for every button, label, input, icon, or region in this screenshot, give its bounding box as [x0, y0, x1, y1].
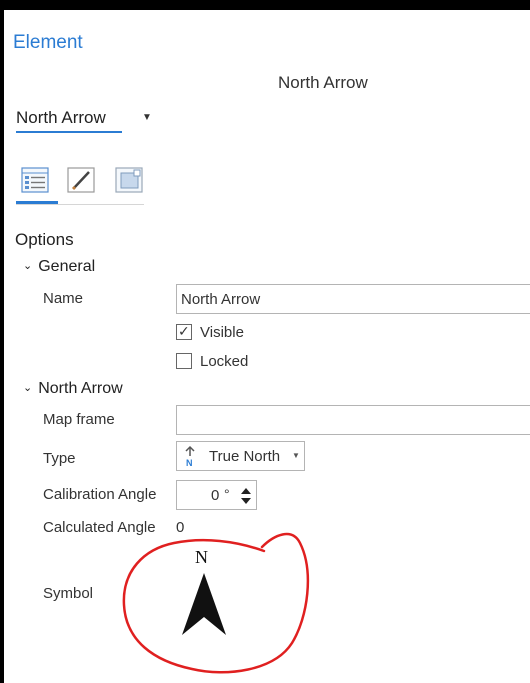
type-value: True North [209, 448, 281, 465]
calibration-angle-label: Calibration Angle [43, 486, 157, 503]
tab-display[interactable] [62, 160, 100, 200]
spin-up-icon[interactable] [239, 484, 253, 496]
tab-placement[interactable] [110, 160, 148, 200]
map-frame-input[interactable] [176, 405, 530, 435]
pane-title: Element [13, 32, 83, 53]
name-label: Name [43, 290, 84, 307]
type-label: Type [43, 450, 76, 467]
chevron-down-icon: ▼ [292, 451, 300, 460]
visible-label: Visible [200, 324, 244, 341]
svg-text:N: N [186, 458, 193, 467]
placement-icon [115, 167, 143, 193]
spin-down-icon[interactable] [239, 496, 253, 508]
check-icon: ✓ [178, 323, 190, 339]
tab-options[interactable] [16, 160, 58, 204]
chevron-down-icon: ⌄ [23, 382, 33, 394]
name-input[interactable] [176, 284, 530, 314]
element-selector-value: North Arrow [16, 108, 106, 127]
north-arrow-icon [182, 573, 226, 635]
calibration-angle-value: 0 [211, 487, 220, 504]
calibration-angle-spinner[interactable]: 0 ° [176, 480, 257, 510]
options-heading: Options [15, 230, 74, 249]
panel-subtitle: North Arrow [278, 73, 368, 92]
north-arrow-group-label: North Arrow [38, 380, 123, 397]
chevron-down-icon: ⌄ [23, 260, 33, 272]
calibration-angle-unit: ° [224, 486, 230, 502]
true-north-icon: N [185, 445, 195, 467]
chevron-down-icon: ▼ [142, 112, 152, 123]
locked-checkbox-box [176, 353, 192, 369]
type-dropdown[interactable]: N True North ▼ [176, 441, 305, 471]
selector-underline [16, 131, 122, 133]
element-pane: Element North Arrow North Arrow ▼ Option… [0, 0, 530, 683]
symbol-label: Symbol [43, 585, 94, 602]
map-frame-label: Map frame [43, 411, 115, 428]
options-list-icon [21, 167, 49, 193]
element-selector-dropdown[interactable]: North Arrow ▼ [16, 106, 156, 134]
general-group-toggle[interactable]: ⌄ General [23, 258, 95, 276]
north-arrow-symbol-button[interactable]: N [120, 525, 310, 680]
general-group-label: General [38, 258, 96, 275]
pencil-icon [67, 167, 95, 193]
locked-label: Locked [200, 353, 249, 370]
toolbar-divider [16, 204, 144, 205]
north-arrow-group-toggle[interactable]: ⌄ North Arrow [23, 380, 123, 398]
